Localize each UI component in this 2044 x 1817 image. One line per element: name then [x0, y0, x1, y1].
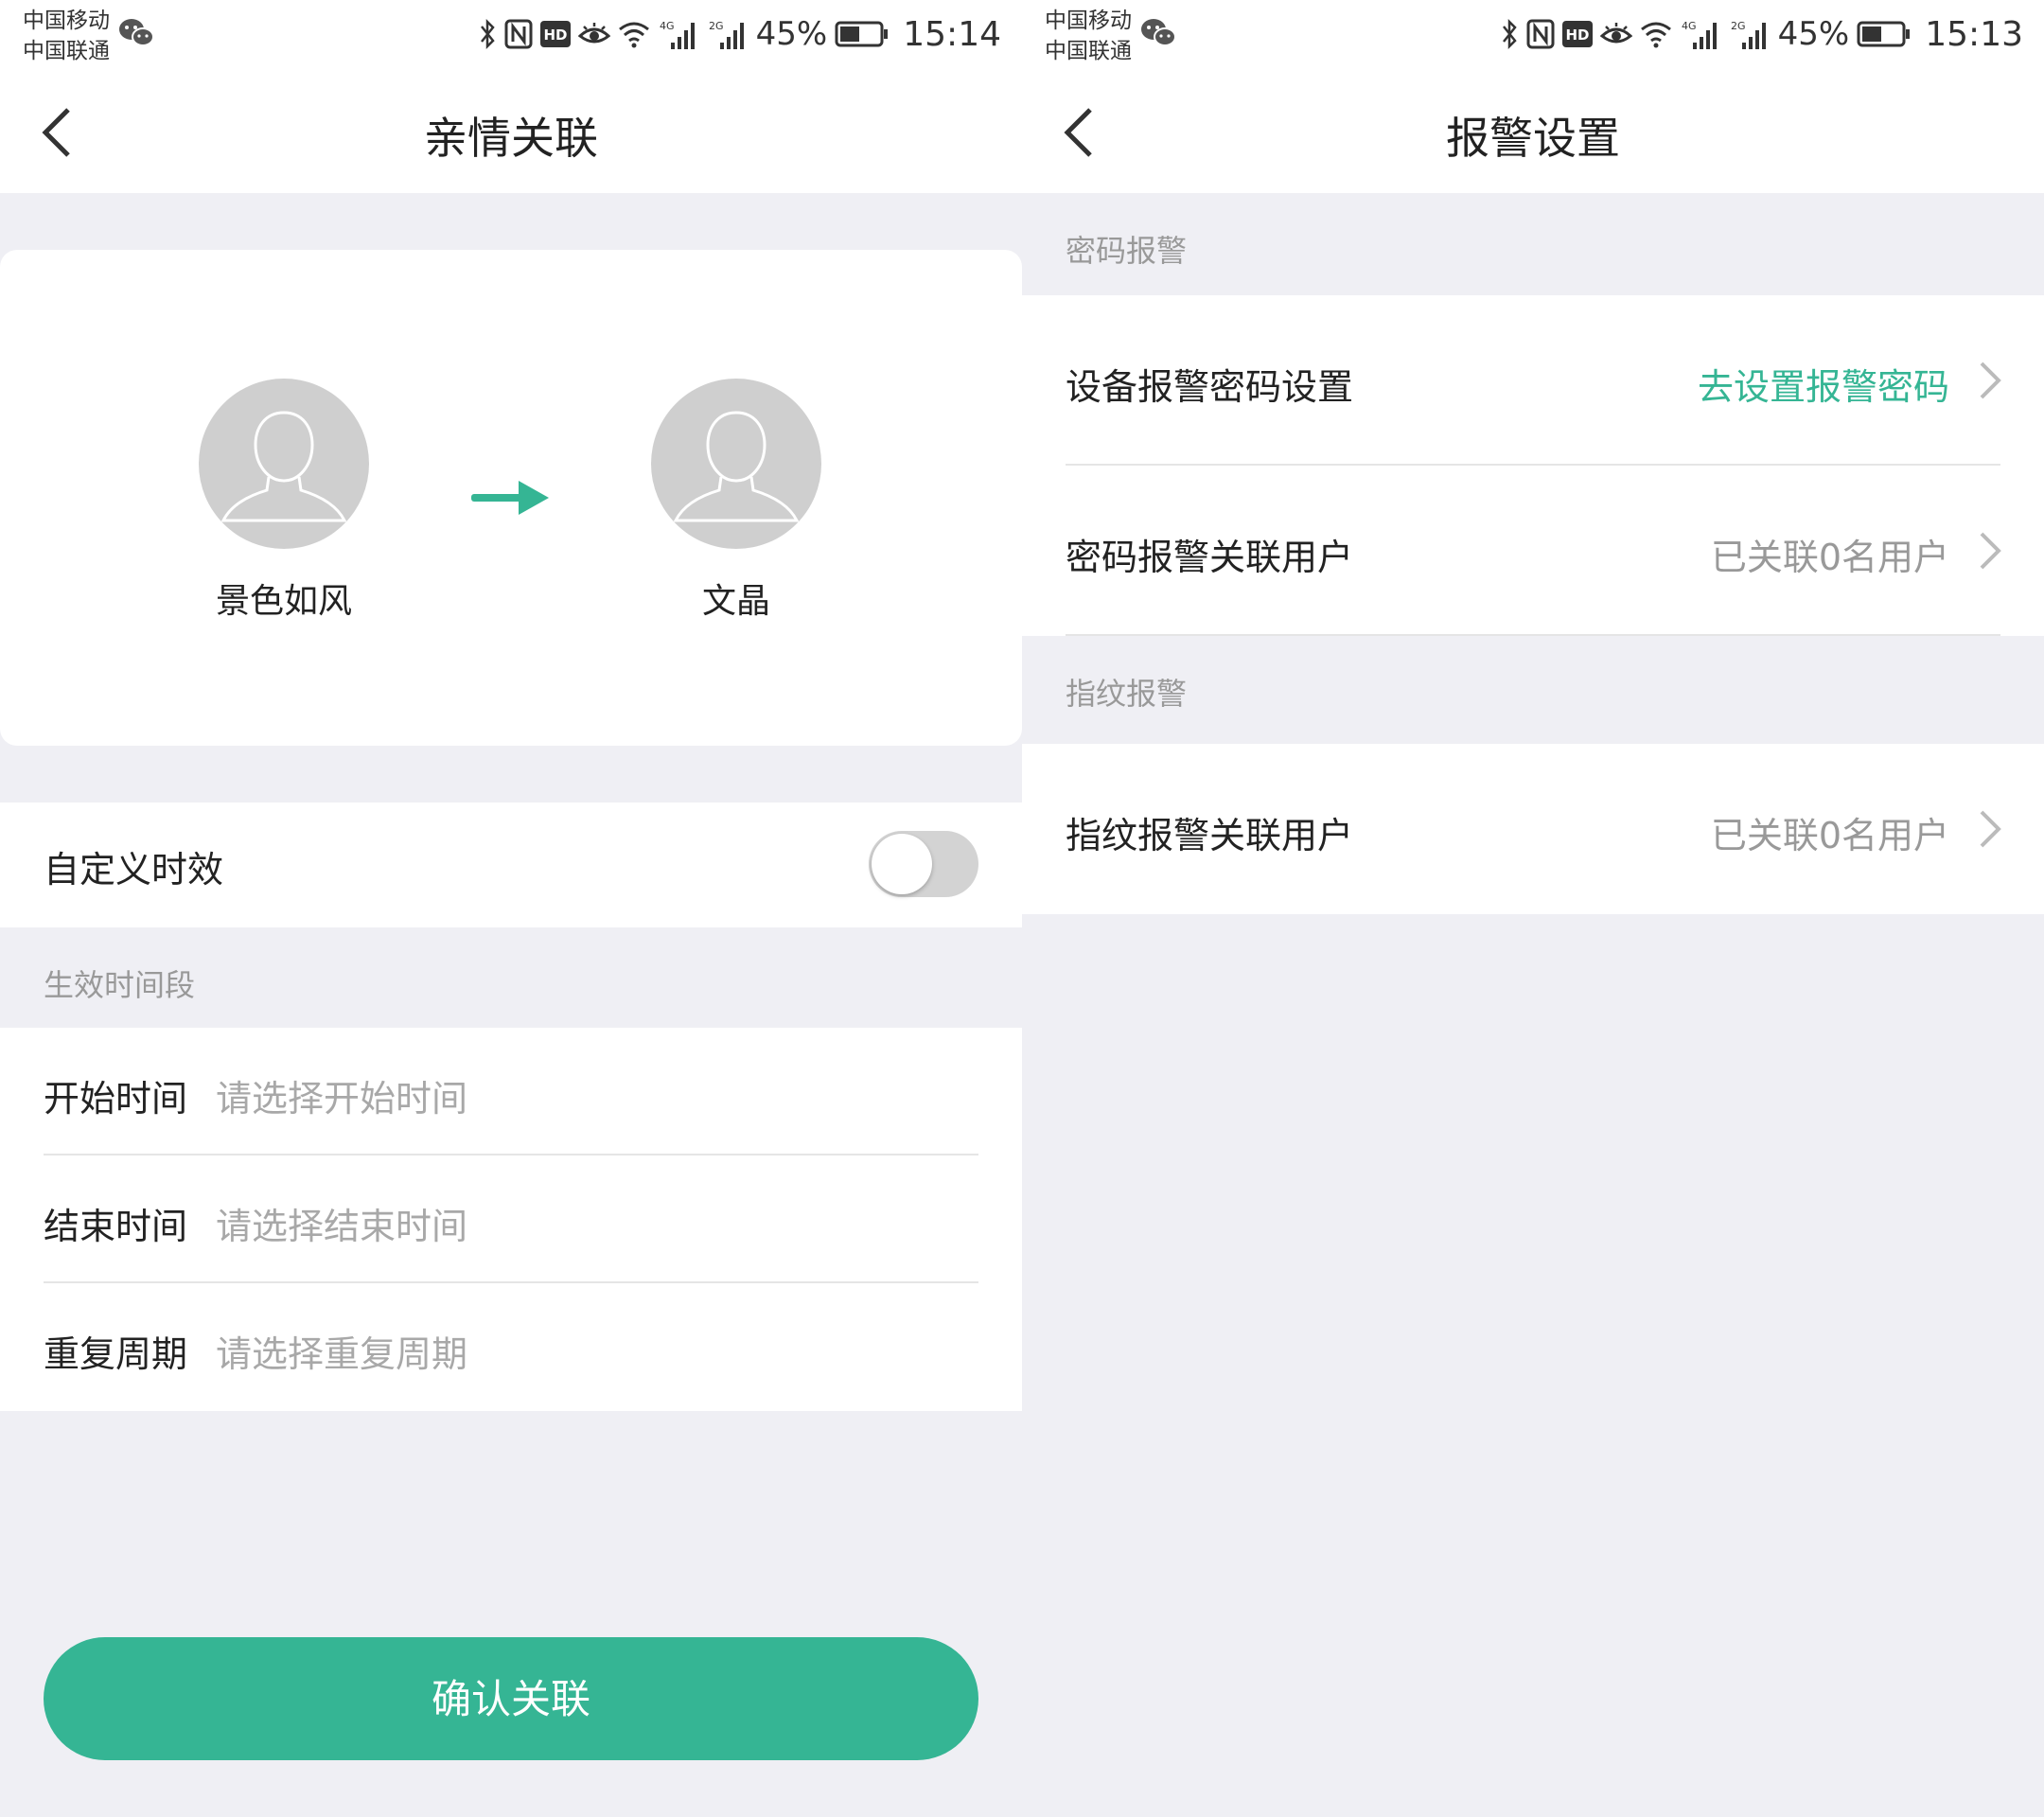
- svg-text:HD: HD: [543, 26, 567, 44]
- section-label-password-alarm: 密码报警: [1066, 233, 1188, 269]
- alarm-settings-screen: 中国移动 中国联通 HD 4G 2G 45% 15:13 报警设置 密码报警 设…: [1022, 0, 2044, 1817]
- user-avatar-icon: [220, 411, 347, 522]
- nav-bar: 亲情关联: [0, 70, 1022, 193]
- carrier-2: 中国联通: [23, 39, 110, 63]
- status-time: 15:13: [1925, 14, 2023, 54]
- nfc-icon: [1526, 19, 1555, 49]
- family-link-screen: 中国移动 中国联通 HD 4G 2G 45% 15:14 亲情关联 景色如风 文…: [0, 0, 1022, 1817]
- network-1-label: 4G: [1682, 20, 1697, 32]
- carrier-1: 中国移动: [23, 9, 110, 33]
- fingerprint-alarm-users-row[interactable]: 指纹报警关联用户 已关联0名用户: [1022, 744, 2044, 914]
- chevron-right-icon: [1980, 532, 2001, 570]
- wechat-icon: [119, 19, 154, 46]
- device-alarm-password-label: 设备报警密码设置: [1066, 366, 1354, 408]
- start-time-input[interactable]: 请选择开始时间: [216, 1069, 467, 1121]
- hd-icon: HD: [1561, 21, 1593, 47]
- battery-icon: [835, 21, 889, 47]
- wifi-icon: [618, 22, 649, 48]
- signal-icon-2: 2G: [1731, 20, 1766, 49]
- section-label-effective-period: 生效时间段: [44, 967, 196, 1003]
- carrier-names: 中国移动 中国联通: [23, 6, 110, 66]
- eye-icon: [577, 23, 610, 44]
- link-card: 景色如风 文晶: [0, 250, 1022, 746]
- fingerprint-alarm-users-value: 已关联0名用户: [1710, 815, 1949, 856]
- to-user-avatar: [651, 379, 821, 549]
- nfc-icon: [504, 19, 533, 49]
- repeat-cycle-label: 重复周期: [44, 1333, 188, 1375]
- status-bar: 中国移动 中国联通 HD 4G 2G 45% 15:13: [1022, 0, 2044, 70]
- section-fingerprint-alarm: 指纹报警: [1022, 636, 2044, 744]
- password-alarm-list: 设备报警密码设置 去设置报警密码 密码报警关联用户 已关联0名用户: [1022, 295, 2044, 636]
- svg-text:HD: HD: [1565, 26, 1589, 44]
- repeat-cycle-row[interactable]: 重复周期 请选择重复周期: [0, 1283, 1022, 1411]
- from-user-avatar: [199, 379, 369, 549]
- end-time-row[interactable]: 结束时间 请选择结束时间: [0, 1155, 1022, 1283]
- custom-time-toggle[interactable]: [869, 831, 978, 897]
- custom-time-label: 自定义时效: [44, 849, 224, 891]
- arrow-right-icon: [471, 481, 549, 515]
- repeat-cycle-input[interactable]: 请选择重复周期: [216, 1325, 467, 1377]
- section-password-alarm: 密码报警: [1022, 193, 2044, 295]
- custom-time-row: 自定义时效: [0, 803, 1022, 927]
- network-2-label: 2G: [709, 20, 724, 32]
- wifi-icon: [1640, 22, 1671, 48]
- wechat-icon: [1141, 19, 1176, 46]
- password-alarm-users-row[interactable]: 密码报警关联用户 已关联0名用户: [1022, 466, 2044, 636]
- section-label-fingerprint-alarm: 指纹报警: [1066, 676, 1188, 712]
- password-alarm-users-label: 密码报警关联用户: [1066, 537, 1354, 578]
- toggle-knob: [872, 834, 932, 894]
- status-icons: HD 4G 2G 45% 15:13: [1500, 13, 2023, 55]
- battery-icon: [1857, 21, 1911, 47]
- fingerprint-alarm-users-label: 指纹报警关联用户: [1066, 815, 1354, 856]
- signal-icon-2: 2G: [709, 20, 744, 49]
- chevron-right-icon: [1980, 810, 2001, 848]
- carrier-names: 中国移动 中国联通: [1045, 6, 1132, 66]
- chevron-right-icon: [1980, 362, 2001, 399]
- device-alarm-password-row[interactable]: 设备报警密码设置 去设置报警密码: [1022, 295, 2044, 466]
- confirm-link-button[interactable]: 确认关联: [44, 1637, 978, 1760]
- status-icons: HD 4G 2G 45% 15:14: [478, 13, 1001, 55]
- status-bar: 中国移动 中国联通 HD 4G 2G 45% 15:14: [0, 0, 1022, 70]
- to-user-name: 文晶: [701, 582, 770, 621]
- battery-percent: 45%: [755, 15, 828, 53]
- end-time-input[interactable]: 请选择结束时间: [216, 1197, 467, 1249]
- bluetooth-icon: [1502, 18, 1517, 50]
- from-user-name: 景色如风: [215, 582, 352, 621]
- end-time-label: 结束时间: [44, 1206, 188, 1247]
- set-alarm-password-link[interactable]: 去设置报警密码: [1698, 358, 1949, 410]
- carrier-1: 中国移动: [1045, 9, 1132, 33]
- page-title: 报警设置: [1446, 113, 1620, 164]
- network-2-label: 2G: [1731, 20, 1746, 32]
- page-title: 亲情关联: [424, 113, 598, 164]
- hd-icon: HD: [539, 21, 571, 47]
- fingerprint-alarm-list: 指纹报警关联用户 已关联0名用户: [1022, 744, 2044, 914]
- network-1-label: 4G: [660, 20, 675, 32]
- status-time: 15:14: [903, 14, 1001, 54]
- bluetooth-icon: [480, 18, 495, 50]
- start-time-label: 开始时间: [44, 1078, 188, 1120]
- nav-bar: 报警设置: [1022, 70, 2044, 193]
- signal-icon: 4G: [660, 20, 695, 49]
- user-avatar-icon: [673, 411, 800, 522]
- carrier-2: 中国联通: [1045, 39, 1132, 63]
- battery-percent: 45%: [1777, 15, 1850, 53]
- time-settings-list: 开始时间 请选择开始时间 结束时间 请选择结束时间 重复周期 请选择重复周期: [0, 1028, 1022, 1411]
- start-time-row[interactable]: 开始时间 请选择开始时间: [0, 1028, 1022, 1155]
- password-alarm-users-value: 已关联0名用户: [1710, 537, 1949, 578]
- signal-icon: 4G: [1682, 20, 1717, 49]
- eye-icon: [1599, 23, 1632, 44]
